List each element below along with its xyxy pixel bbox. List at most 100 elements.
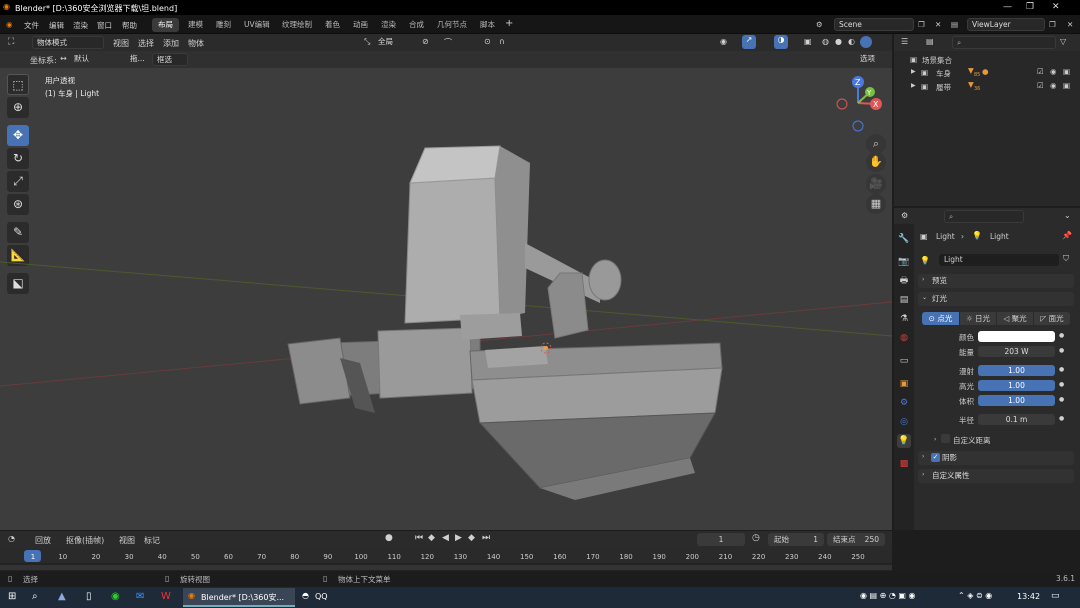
select-mode-selector[interactable]: 框选 bbox=[152, 53, 188, 66]
rendered-shading-icon[interactable] bbox=[860, 36, 872, 48]
menu-edit[interactable]: 编辑 bbox=[49, 20, 64, 31]
browser-icon[interactable]: ◉ bbox=[111, 591, 120, 602]
menu-render[interactable]: 渲染 bbox=[73, 20, 88, 31]
display-mode-icon[interactable]: ▤ bbox=[926, 37, 934, 46]
props-search[interactable]: ⌕ bbox=[944, 210, 1024, 223]
tab-compositing[interactable]: 合成 bbox=[403, 18, 430, 32]
viewlayer-tab-icon[interactable]: ▤ bbox=[897, 293, 911, 307]
play-icon[interactable]: ▶ bbox=[455, 533, 462, 543]
xray-icon[interactable]: ▣ bbox=[804, 37, 812, 46]
keyframe-dot-icon[interactable]: ● bbox=[1059, 415, 1064, 422]
shadow-checkbox[interactable]: ✓ bbox=[931, 453, 940, 462]
delete-viewlayer-icon[interactable]: ✕ bbox=[1067, 20, 1073, 29]
viewlayer-selector[interactable]: ViewLayer bbox=[967, 18, 1045, 31]
navigation-gizmo[interactable]: Z X Y bbox=[832, 76, 888, 134]
tab-layout[interactable]: 布局 bbox=[152, 18, 179, 32]
menu-select[interactable]: 选择 bbox=[138, 38, 154, 49]
timeline-scrollbar[interactable] bbox=[0, 565, 892, 570]
view-menu[interactable]: 视图 bbox=[119, 535, 135, 546]
keyframe-dot-icon[interactable]: ● bbox=[1059, 396, 1064, 403]
scene-selector[interactable]: Scene bbox=[834, 18, 914, 31]
windows-start-icon[interactable]: ⊞ bbox=[8, 591, 16, 602]
tool-tab-icon[interactable]: 🔧 bbox=[897, 232, 911, 246]
menu-help[interactable]: 帮助 bbox=[122, 20, 137, 31]
light-type-sun[interactable]: ☼ 日光 bbox=[960, 312, 996, 325]
tray-app-icons[interactable]: ◉ ▤ ⊕ ◔ ▣ ◉ bbox=[860, 591, 915, 600]
current-frame-field[interactable]: 1 bbox=[697, 533, 745, 546]
next-keyframe-icon[interactable]: ◆ bbox=[468, 533, 475, 543]
tab-scripting[interactable]: 脚本 bbox=[474, 18, 501, 32]
color-swatch[interactable] bbox=[978, 331, 1055, 342]
fake-user-icon[interactable]: ⛉ bbox=[1063, 254, 1069, 264]
marker-menu[interactable]: 标记 bbox=[144, 535, 160, 546]
tab-sculpt[interactable]: 雕刻 bbox=[210, 18, 237, 32]
expand-arrow-icon[interactable]: ▶ bbox=[911, 82, 916, 89]
world-tab-icon[interactable]: ◍ bbox=[897, 331, 911, 345]
ortho-grid-icon[interactable]: ▦ bbox=[866, 194, 886, 214]
power-field[interactable]: 203 W bbox=[978, 346, 1055, 357]
camera-icon[interactable]: ▣ bbox=[1063, 81, 1070, 90]
gizmo-toggle-icon[interactable]: ↗ bbox=[742, 35, 756, 49]
options-dropdown[interactable]: 选项 bbox=[856, 53, 886, 66]
outliner-root[interactable]: ▣ 场景集合 bbox=[894, 53, 1080, 66]
zoom-icon[interactable]: ⌕ bbox=[866, 134, 886, 154]
restore-icon[interactable]: ❐ bbox=[1026, 2, 1034, 12]
viewlayer-icon[interactable]: ▤ bbox=[951, 20, 958, 29]
visibility-icon[interactable]: ◉ bbox=[720, 37, 727, 46]
jump-end-icon[interactable]: ⏭ bbox=[482, 533, 490, 543]
overlay-toggle-icon[interactable]: ◑ bbox=[774, 35, 788, 49]
checkbox-icon[interactable]: ☑ bbox=[1037, 67, 1044, 76]
tray-status-icons[interactable]: ⌃ ◈ ⊜ ◉ bbox=[958, 591, 992, 600]
jump-start-icon[interactable]: ⏮ bbox=[415, 533, 423, 543]
taskbar-blender[interactable]: ◉ Blender* [D:\360安... bbox=[183, 588, 295, 607]
new-scene-icon[interactable]: ❐ bbox=[918, 20, 925, 29]
collection-tab-icon[interactable]: ▭ bbox=[897, 354, 911, 368]
falloff-icon[interactable]: ∩ bbox=[499, 37, 505, 46]
menu-view[interactable]: 视图 bbox=[113, 38, 129, 49]
custom-distance-checkbox[interactable] bbox=[941, 434, 950, 443]
keyframe-dot-icon[interactable]: ● bbox=[1059, 381, 1064, 388]
shadow-panel-header[interactable]: 阴影 bbox=[918, 451, 1074, 465]
tab-rendering[interactable]: 渲染 bbox=[375, 18, 402, 32]
prev-keyframe-icon[interactable]: ◆ bbox=[428, 533, 435, 543]
3d-viewport[interactable]: ⛶ 物体模式 视图 选择 添加 物体 ⤡ 全局 ⊘ ⌒ ⊙ ∩ ◉ ↗ ◑ ▣ … bbox=[0, 34, 892, 530]
pivot-icon[interactable]: ⊘ bbox=[422, 37, 429, 46]
ai-app-icon[interactable]: ▲ bbox=[58, 591, 66, 602]
outliner-editor-icon[interactable]: ☰ bbox=[901, 37, 908, 46]
eye-icon[interactable]: ◉ bbox=[1050, 81, 1057, 90]
light-type-point[interactable]: ⊙ 点光 bbox=[922, 312, 959, 325]
volume-field[interactable]: 1.00 bbox=[978, 395, 1055, 406]
texture-tab-icon[interactable]: ▩ bbox=[897, 457, 911, 471]
scene-tab-icon[interactable]: ⚗ bbox=[897, 312, 911, 326]
menu-window[interactable]: 窗口 bbox=[97, 20, 112, 31]
custom-props-panel-header[interactable]: 自定义属性 bbox=[918, 469, 1074, 483]
drag-selector[interactable]: 拖... bbox=[126, 53, 150, 66]
light-panel-header[interactable]: 灯光 bbox=[918, 292, 1074, 306]
add-workspace-icon[interactable]: + bbox=[505, 18, 513, 29]
clock-icon[interactable]: ◷ bbox=[752, 533, 760, 543]
object-tab-icon[interactable]: ▣ bbox=[897, 377, 911, 391]
radius-field[interactable]: 0.1 m bbox=[978, 414, 1055, 425]
light-type-spot[interactable]: ◁ 聚光 bbox=[997, 312, 1033, 325]
delete-scene-icon[interactable]: ✕ bbox=[935, 20, 941, 29]
transform-orientation-icon[interactable]: ⤡ bbox=[364, 37, 370, 47]
tab-modeling[interactable]: 建模 bbox=[182, 18, 209, 32]
constraints-tab-icon[interactable]: ⚙ bbox=[897, 396, 911, 410]
notification-icon[interactable]: ▭ bbox=[1051, 591, 1060, 601]
close-icon[interactable]: ✕ bbox=[1052, 2, 1060, 12]
wireframe-shading-icon[interactable]: ◍ bbox=[822, 37, 829, 46]
blender-menu-icon[interactable]: ◉ bbox=[6, 20, 13, 29]
minimize-icon[interactable]: — bbox=[1003, 2, 1012, 12]
tab-animation[interactable]: 动画 bbox=[347, 18, 374, 32]
notepad-icon[interactable]: ▯ bbox=[86, 591, 92, 602]
mail-icon[interactable]: ✉ bbox=[136, 591, 144, 602]
light-type-area[interactable]: ◸ 面光 bbox=[1034, 312, 1070, 325]
clock-time[interactable]: 13:42 bbox=[1017, 592, 1040, 601]
props-editor-icon[interactable]: ⚙ bbox=[901, 211, 908, 220]
menu-object[interactable]: 物体 bbox=[188, 38, 204, 49]
mode-selector[interactable]: 物体模式 bbox=[32, 36, 104, 49]
keying-menu[interactable]: 抠像(插帧) bbox=[66, 535, 104, 546]
camera-view-icon[interactable]: 🎥 bbox=[866, 174, 886, 194]
tab-texture[interactable]: 纹理绘制 bbox=[276, 18, 318, 32]
search-icon[interactable]: ⌕ bbox=[32, 591, 38, 602]
